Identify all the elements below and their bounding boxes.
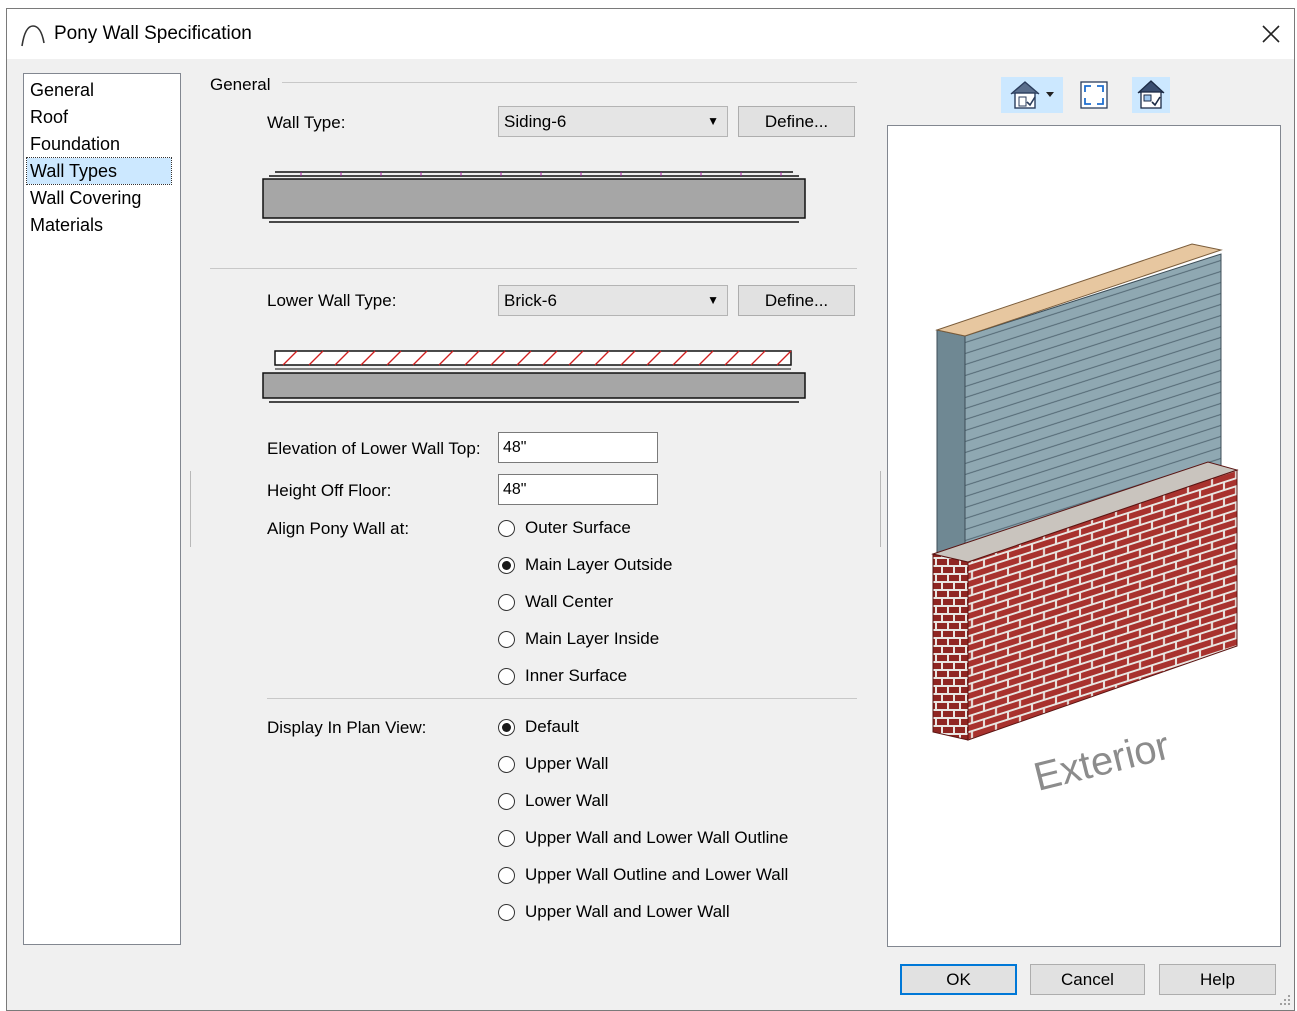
section-divider-2 bbox=[267, 698, 857, 699]
radio-label: Inner Surface bbox=[525, 666, 628, 685]
section-divider-1 bbox=[210, 268, 857, 269]
dialog-window: Pony Wall Specification General Roof Fou… bbox=[6, 8, 1295, 1011]
lower-wall-type-value: Brick-6 bbox=[504, 291, 557, 310]
radio-circle bbox=[498, 755, 515, 773]
wall-type-select[interactable]: Siding-6 ▼ bbox=[498, 106, 728, 137]
ok-button[interactable]: OK bbox=[900, 964, 1017, 995]
radio-label: Upper Wall and Lower Wall Outline bbox=[525, 828, 789, 847]
height-off-floor-label: Height Off Floor: bbox=[267, 481, 392, 500]
define-wall-type-button[interactable]: Define... bbox=[738, 106, 855, 137]
group-label-general: General bbox=[210, 75, 271, 94]
radio-inner-surface[interactable]: Inner Surface bbox=[498, 664, 627, 688]
nav-item-general[interactable]: General bbox=[27, 77, 97, 103]
fill-window-icon bbox=[1080, 81, 1108, 109]
wall-type-value: Siding-6 bbox=[504, 112, 567, 131]
elevation-label: Elevation of Lower Wall Top: bbox=[267, 439, 481, 458]
radio-circle-selected bbox=[498, 718, 515, 736]
radio-circle-selected bbox=[498, 556, 515, 574]
nav-item-wall-covering[interactable]: Wall Covering bbox=[27, 185, 144, 211]
radio-display-upper-outline-lower-wall[interactable]: Upper Wall Outline and Lower Wall bbox=[498, 863, 788, 887]
radio-display-upper-wall[interactable]: Upper Wall bbox=[498, 752, 608, 776]
radio-wall-center[interactable]: Wall Center bbox=[498, 590, 613, 614]
radio-circle bbox=[498, 903, 515, 921]
radio-label: Outer Surface bbox=[525, 518, 631, 537]
wall-type-label: Wall Type: bbox=[267, 113, 346, 132]
lower-wall-type-label: Lower Wall Type: bbox=[267, 291, 397, 310]
radio-display-lower-wall[interactable]: Lower Wall bbox=[498, 789, 608, 813]
radio-label: Main Layer Outside bbox=[525, 555, 673, 574]
cancel-button[interactable]: Cancel bbox=[1030, 964, 1145, 995]
lower-wall-type-select[interactable]: Brick-6 ▼ bbox=[498, 285, 728, 316]
title-bar: Pony Wall Specification bbox=[7, 9, 1294, 59]
exterior-label: Exterior bbox=[1030, 724, 1174, 800]
radio-outer-surface[interactable]: Outer Surface bbox=[498, 516, 631, 540]
color-view-icon bbox=[1137, 80, 1165, 109]
nav-item-wall-types[interactable]: Wall Types bbox=[26, 157, 172, 185]
wall-type-preview bbox=[262, 171, 806, 223]
color-view-button[interactable] bbox=[1132, 77, 1170, 113]
close-icon bbox=[1262, 25, 1280, 43]
close-button[interactable] bbox=[1248, 9, 1294, 59]
category-list[interactable]: General Roof Foundation Wall Types Wall … bbox=[23, 73, 181, 945]
camera-view-icon bbox=[1010, 81, 1040, 109]
wall-preview-pane[interactable]: Exterior bbox=[887, 125, 1281, 947]
radio-display-upper-wall-lower-outline[interactable]: Upper Wall and Lower Wall Outline bbox=[498, 826, 788, 850]
nav-item-foundation[interactable]: Foundation bbox=[27, 131, 123, 157]
radio-main-layer-inside[interactable]: Main Layer Inside bbox=[498, 627, 659, 651]
dropdown-arrow-icon: ▼ bbox=[707, 293, 719, 307]
fill-window-button[interactable] bbox=[1076, 77, 1112, 113]
resize-grip-icon[interactable] bbox=[1279, 994, 1291, 1006]
radio-display-upper-and-lower-wall[interactable]: Upper Wall and Lower Wall bbox=[498, 900, 730, 924]
radio-label: Default bbox=[525, 717, 579, 736]
left-splitter[interactable] bbox=[190, 471, 191, 547]
radio-circle bbox=[498, 866, 515, 884]
lower-wall-type-preview bbox=[262, 350, 806, 403]
radio-circle bbox=[498, 593, 515, 611]
group-divider bbox=[282, 82, 857, 83]
radio-circle bbox=[498, 519, 515, 537]
dropdown-arrow-icon: ▼ bbox=[707, 114, 719, 128]
help-button[interactable]: Help bbox=[1159, 964, 1276, 995]
arc-icon bbox=[21, 25, 45, 47]
radio-label: Upper Wall Outline and Lower Wall bbox=[525, 865, 789, 884]
radio-circle bbox=[498, 829, 515, 847]
align-label: Align Pony Wall at: bbox=[267, 519, 410, 538]
radio-label: Wall Center bbox=[525, 592, 614, 611]
window-title: Pony Wall Specification bbox=[54, 23, 252, 44]
radio-label: Lower Wall bbox=[525, 791, 609, 810]
pony-wall-3d-illustration: Exterior bbox=[931, 243, 1239, 800]
height-off-floor-input[interactable]: 48" bbox=[498, 474, 658, 505]
radio-label: Main Layer Inside bbox=[525, 629, 660, 648]
radio-main-layer-outside[interactable]: Main Layer Outside bbox=[498, 553, 672, 577]
right-splitter[interactable] bbox=[880, 471, 881, 547]
define-lower-wall-type-button[interactable]: Define... bbox=[738, 285, 855, 316]
elevation-input[interactable]: 48" bbox=[498, 432, 658, 463]
radio-circle bbox=[498, 792, 515, 810]
radio-label: Upper Wall bbox=[525, 754, 609, 773]
radio-label: Upper Wall and Lower Wall bbox=[525, 902, 730, 921]
radio-circle bbox=[498, 630, 515, 648]
nav-item-roof[interactable]: Roof bbox=[27, 104, 71, 130]
dropdown-arrow-icon bbox=[1046, 92, 1054, 97]
display-label: Display In Plan View: bbox=[267, 718, 427, 737]
nav-item-materials[interactable]: Materials bbox=[27, 212, 106, 238]
camera-view-button[interactable] bbox=[1001, 77, 1063, 113]
radio-circle bbox=[498, 667, 515, 685]
radio-display-default[interactable]: Default bbox=[498, 715, 579, 739]
